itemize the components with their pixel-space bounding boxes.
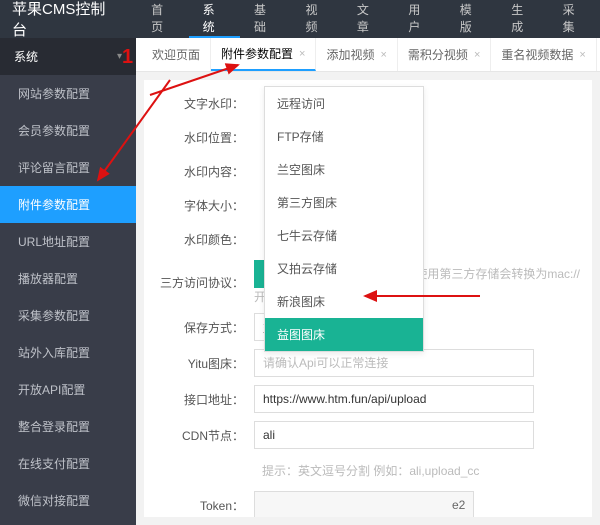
topnav-item[interactable]: 模版 [446, 0, 497, 38]
sidebar-item[interactable]: 邮件发送配置 [0, 519, 136, 525]
topnav-item[interactable]: 首页 [137, 0, 188, 38]
yitu-input[interactable] [254, 349, 534, 377]
brand-title: 苹果CMS控制台 [0, 0, 137, 40]
sidebar-item[interactable]: 播放器配置 [0, 260, 136, 297]
sidebar-item[interactable]: 微信对接配置 [0, 482, 136, 519]
tab[interactable]: 欢迎页面 [142, 38, 211, 71]
close-icon[interactable]: × [380, 49, 386, 61]
dropdown-item[interactable]: 益图图床 [265, 318, 423, 351]
topnav-item[interactable]: 采集 [549, 0, 600, 38]
sidebar-item[interactable]: 站外入库配置 [0, 334, 136, 371]
label-save-mode: 保存方式： [144, 319, 254, 336]
dropdown-item[interactable]: 远程访问 [265, 87, 423, 120]
dropdown-item[interactable]: 新浪图床 [265, 285, 423, 318]
dropdown-item[interactable]: FTP存储 [265, 120, 423, 153]
label-wm-position: 水印位置： [144, 129, 254, 146]
sidebar-item[interactable]: URL地址配置 [0, 223, 136, 260]
close-icon[interactable]: × [299, 48, 305, 60]
form-panel: 远程访问FTP存储兰空图床第三方图床七牛云存储又拍云存储新浪图床益图图床 文字水… [144, 80, 592, 517]
tab[interactable]: 添加视频 × [316, 38, 397, 71]
label-api-url: 接口地址： [144, 391, 254, 408]
sidebar-category-label: 系统 [14, 48, 38, 65]
topnav-item[interactable]: 用户 [394, 0, 445, 38]
topnav-item[interactable]: 视频 [291, 0, 342, 38]
topnav-item[interactable]: 生成 [497, 0, 548, 38]
sidebar-item[interactable]: 网站参数配置 [0, 75, 136, 112]
label-text-watermark: 文字水印： [144, 95, 254, 112]
tab-label: 需积分视频 [408, 46, 468, 63]
tab[interactable]: 重名视频数据 × [491, 38, 596, 71]
sidebar-item[interactable]: 整合登录配置 [0, 408, 136, 445]
token-input[interactable] [254, 491, 474, 517]
label-font-size: 字体大小： [144, 197, 254, 214]
dropdown-item[interactable]: 七牛云存储 [265, 219, 423, 252]
label-yitu: Yitu图床： [144, 355, 254, 372]
dropdown-item[interactable]: 第三方图床 [265, 186, 423, 219]
label-wm-color: 水印颜色： [144, 231, 254, 248]
topnav-item[interactable]: 基础 [240, 0, 291, 38]
tab-bar: 欢迎页面 附件参数配置 × 添加视频 × 需积分视频 × 重名视频数据 × [136, 38, 600, 72]
label-token: Token： [144, 497, 254, 514]
tab-label: 附件参数配置 [221, 45, 293, 62]
top-navigation: 首页系统基础视频文章用户模版生成采集 [137, 0, 600, 38]
dropdown-item[interactable]: 兰空图床 [265, 153, 423, 186]
dropdown-item[interactable]: 又拍云存储 [265, 252, 423, 285]
sidebar-item[interactable]: 评论留言配置 [0, 149, 136, 186]
chevron-down-icon: ▾ [117, 51, 122, 62]
sidebar-category[interactable]: 系统 ▾ [0, 38, 136, 75]
api-url-input[interactable] [254, 385, 534, 413]
label-wm-content: 水印内容： [144, 163, 254, 180]
cdn-hint: 提示：英文逗号分割 例如：ali,upload_cc [262, 464, 479, 478]
sidebar-item[interactable]: 采集参数配置 [0, 297, 136, 334]
tab[interactable]: 需积分视频 × [398, 38, 491, 71]
sidebar-item[interactable]: 在线支付配置 [0, 445, 136, 482]
topnav-item[interactable]: 文章 [343, 0, 394, 38]
label-third-protocol: 三方访问协议： [144, 274, 254, 291]
tab-label: 欢迎页面 [152, 46, 200, 63]
sidebar-item[interactable]: 附件参数配置 [0, 186, 136, 223]
token-suffix: e2 [452, 498, 465, 512]
label-cdn: CDN节点： [144, 427, 254, 444]
sidebar: 系统 ▾ 网站参数配置会员参数配置评论留言配置附件参数配置URL地址配置播放器配… [0, 38, 136, 525]
tab-label: 重名视频数据 [501, 46, 573, 63]
close-icon[interactable]: × [474, 49, 480, 61]
tab-label: 添加视频 [326, 46, 374, 63]
topnav-item[interactable]: 系统 [189, 0, 240, 38]
sidebar-item[interactable]: 会员参数配置 [0, 112, 136, 149]
sidebar-item[interactable]: 开放API配置 [0, 371, 136, 408]
close-icon[interactable]: × [579, 49, 585, 61]
cdn-input[interactable] [254, 421, 534, 449]
tab[interactable]: 附件参数配置 × [211, 38, 316, 71]
storage-dropdown[interactable]: 远程访问FTP存储兰空图床第三方图床七牛云存储又拍云存储新浪图床益图图床 [264, 86, 424, 352]
